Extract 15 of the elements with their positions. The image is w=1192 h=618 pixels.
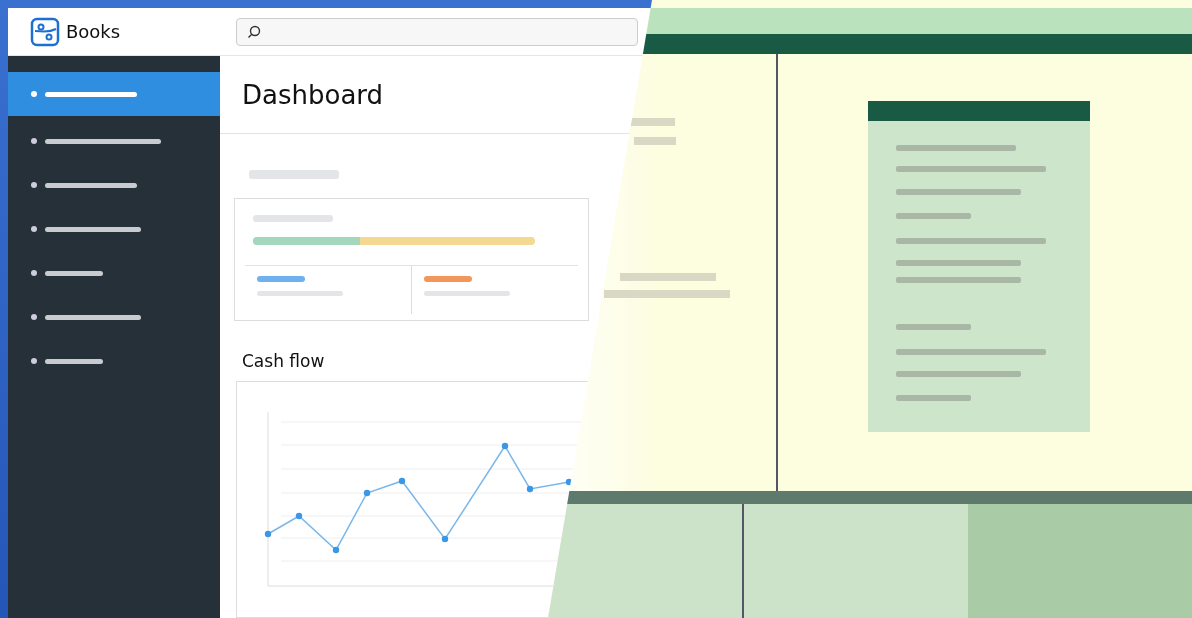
search-field[interactable]: [236, 17, 638, 46]
chart-point: [398, 477, 406, 485]
chart-point: [526, 485, 534, 493]
chart-point: [363, 489, 371, 497]
books-logo-icon: [30, 16, 60, 47]
section-title: Cash flow: [242, 351, 326, 371]
chart-point: [332, 546, 340, 554]
app-name: Books: [66, 21, 121, 42]
chart-point: [441, 535, 449, 543]
chart-point: [501, 442, 509, 450]
placeholder-line: [424, 276, 472, 282]
chart-point: [264, 530, 272, 538]
search-icon: [247, 24, 261, 39]
placeholder-line: [257, 276, 305, 282]
chart-point: [295, 512, 303, 520]
